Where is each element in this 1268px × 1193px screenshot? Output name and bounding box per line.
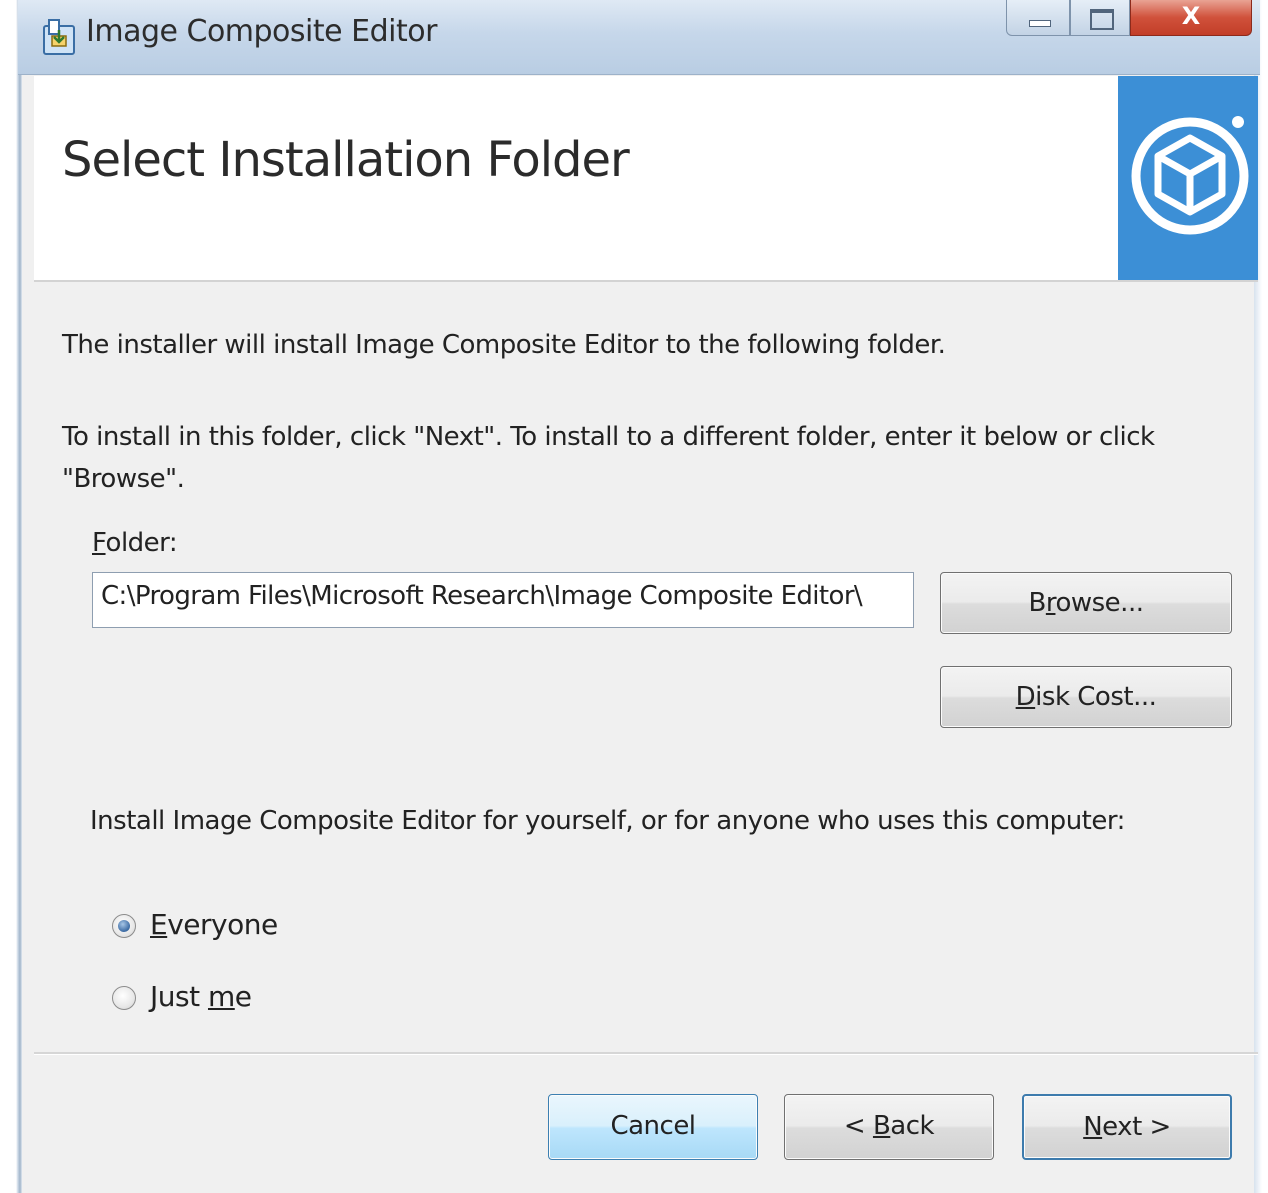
instructions-text: To install in this folder, click "Next".… (62, 422, 1155, 494)
everyone-radio[interactable] (112, 914, 136, 938)
installer-window: Image Composite Editor X Select Installa… (0, 0, 1268, 1193)
minimize-button[interactable] (1006, 0, 1070, 36)
intro-text: The installer will install Image Composi… (62, 330, 946, 360)
radio-selected-indicator (118, 920, 130, 932)
page-title: Select Installation Folder (62, 132, 630, 188)
browse-button[interactable]: Browse... (940, 572, 1232, 634)
cancel-button[interactable]: Cancel (548, 1094, 758, 1160)
disk-cost-button[interactable]: Disk Cost... (940, 666, 1232, 728)
back-button[interactable]: < Back (784, 1094, 994, 1160)
close-button[interactable]: X (1130, 0, 1252, 36)
next-label-post: ext > (1102, 1112, 1171, 1142)
title-bar[interactable]: Image Composite Editor X (18, 0, 1260, 75)
header-banner: Select Installation Folder (34, 76, 1258, 282)
just-me-radio[interactable] (112, 986, 136, 1010)
next-label-mnemonic: N (1083, 1112, 1103, 1142)
folder-path-input[interactable]: C:\Program Files\Microsoft Research\Imag… (92, 572, 914, 628)
folder-label-mnemonic: F (92, 528, 106, 558)
next-button[interactable]: Next > (1022, 1094, 1232, 1160)
caption-buttons: X (1006, 0, 1256, 38)
back-label-pre: < (843, 1111, 873, 1141)
folder-label: Folder: (92, 528, 178, 558)
disk-cost-label-mnemonic: D (1015, 682, 1036, 712)
browse-label-pre: B (1028, 588, 1047, 618)
maximize-button[interactable] (1070, 0, 1130, 36)
maximize-icon (1090, 9, 1114, 30)
just-me-label-mnemonic: m (207, 980, 235, 1013)
disk-cost-label-post: isk Cost... (1035, 682, 1157, 712)
back-label-mnemonic: B (872, 1111, 891, 1141)
installer-package-icon (1118, 76, 1258, 280)
everyone-label-mnemonic: E (150, 908, 168, 941)
close-icon: X (1181, 2, 1201, 30)
minimize-icon (1029, 20, 1051, 27)
everyone-label[interactable]: Everyone (150, 908, 278, 941)
browse-label-post: owse... (1055, 588, 1144, 618)
just-me-label-rest: e (234, 980, 252, 1013)
just-me-label[interactable]: Just me (150, 980, 252, 1013)
window-title: Image Composite Editor (86, 14, 437, 49)
back-label-post: ack (890, 1111, 935, 1141)
everyone-label-rest: veryone (167, 908, 278, 941)
footer-separator (34, 1052, 1258, 1055)
folder-label-rest: older: (105, 528, 178, 558)
just-me-label-pre: Just (150, 980, 208, 1013)
install-scope-text: Install Image Composite Editor for yours… (90, 806, 1125, 836)
app-installer-icon (38, 16, 80, 58)
window-frame-left (0, 0, 22, 1193)
